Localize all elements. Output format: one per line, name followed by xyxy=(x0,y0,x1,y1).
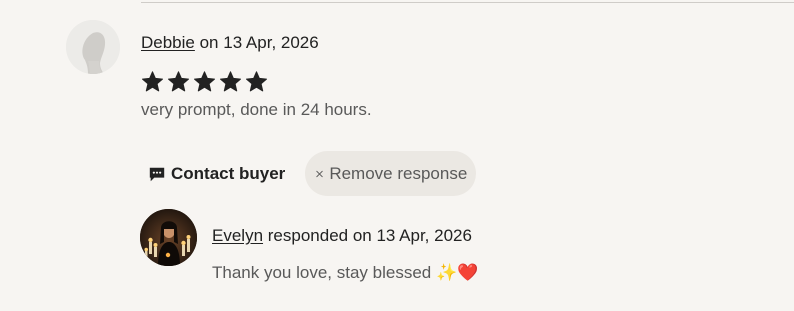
star-icon xyxy=(220,71,241,92)
star-icon xyxy=(194,71,215,92)
review-text: very prompt, done in 24 hours. xyxy=(141,100,372,119)
star-icon xyxy=(168,71,189,92)
contact-buyer-label: Contact buyer xyxy=(171,163,286,183)
reviewer-name-link[interactable]: Debbie xyxy=(141,33,195,52)
response-text: Thank you love, stay blessed ✨❤️ xyxy=(212,263,479,282)
message-bubble-icon xyxy=(149,167,165,181)
star-icon xyxy=(142,71,163,92)
contact-buyer-button[interactable]: Contact buyer xyxy=(136,151,303,196)
remove-response-label: Remove response xyxy=(329,163,468,183)
responder-name-link[interactable]: Evelyn xyxy=(212,226,263,245)
responded-prefix: responded on xyxy=(263,226,377,245)
star-rating xyxy=(140,70,269,94)
response-line: Evelyn responded on 13 Apr, 2026 xyxy=(212,225,472,247)
responder-avatar[interactable] xyxy=(140,209,197,266)
responder-photo xyxy=(140,209,197,266)
review-card: Debbie on 13 Apr, 2026 very prompt, done… xyxy=(0,0,794,311)
star-icon xyxy=(246,71,267,92)
remove-response-button[interactable]: Remove response xyxy=(305,151,477,196)
reviewer-line: Debbie on 13 Apr, 2026 xyxy=(141,32,319,54)
reviewer-avatar[interactable] xyxy=(66,20,120,74)
review-actions: Contact buyer Remove response xyxy=(136,151,477,196)
review-date-prefix: on xyxy=(194,33,224,52)
review-date: 13 Apr, 2026 xyxy=(223,33,319,52)
default-user-avatar-icon xyxy=(66,20,120,74)
response-date: 13 Apr, 2026 xyxy=(376,226,472,245)
close-icon xyxy=(316,170,324,177)
